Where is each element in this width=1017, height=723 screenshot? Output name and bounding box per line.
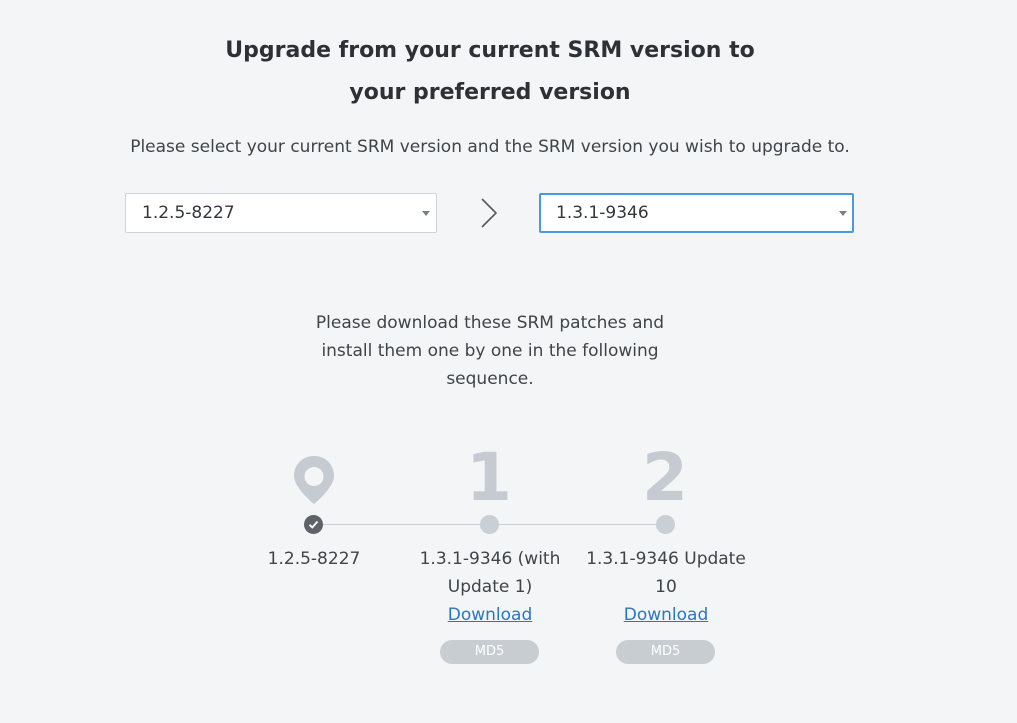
md5-button-2[interactable]: MD5 [616,640,715,664]
check-icon [308,520,319,529]
location-pin-icon [294,456,334,504]
step-number-2: 2 [642,439,688,516]
caret-down-icon [422,211,430,216]
current-version-select[interactable]: 1.2.5-8227 [125,193,437,233]
download-link-2[interactable]: Download [576,601,756,629]
instructions-text: Please download these SRM patches and in… [315,313,665,389]
md5-button-1[interactable]: MD5 [440,640,539,664]
caret-down-icon [839,211,847,216]
current-version-value: 1.2.5-8227 [142,203,235,223]
page-subtitle: Please select your current SRM version a… [130,137,850,157]
step-label-1: 1.3.1-9346 (with Update 1) [419,549,561,597]
timeline-start-label: 1.2.5-8227 [267,549,361,569]
page-title: Upgrade from your current SRM version to… [0,30,980,114]
target-version-value: 1.3.1-9346 [556,203,649,223]
timeline-current-dot [304,515,323,534]
timeline-step-dot-1 [480,515,499,534]
page-title-line-1: Upgrade from your current SRM version to [225,38,755,63]
page-title-line-2: your preferred version [349,80,631,105]
step-number-1: 1 [466,439,512,516]
step-label-2: 1.3.1-9346 Update 10 [586,549,746,597]
target-version-select[interactable]: 1.3.1-9346 [539,193,854,233]
timeline-step-dot-2 [656,515,675,534]
chevron-right-icon [481,198,498,228]
download-link-1[interactable]: Download [400,601,580,629]
